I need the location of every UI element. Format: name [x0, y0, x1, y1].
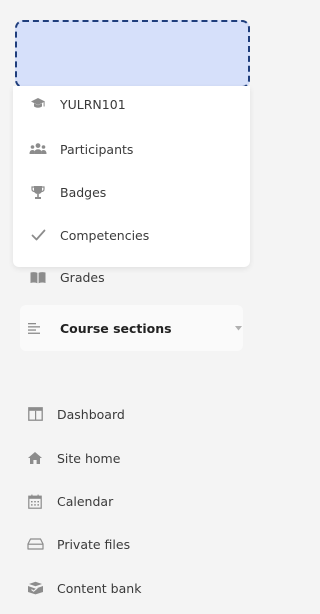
- nav-item-participants[interactable]: Participants: [13, 135, 250, 163]
- course-navigation: YULRN101 Participants Badges Competencie…: [13, 86, 250, 285]
- chevron-down-icon: [233, 323, 243, 333]
- nav-item-label: Badges: [60, 184, 107, 200]
- nav-item-private-files[interactable]: Private files: [0, 530, 264, 558]
- book-icon: [29, 268, 47, 286]
- trophy-icon: [29, 183, 47, 201]
- nav-item-label: Calendar: [57, 493, 114, 509]
- nav-item-label: Competencies: [60, 227, 150, 243]
- dashboard-icon: [26, 405, 44, 423]
- nav-item-label: Content bank: [57, 580, 142, 596]
- nav-item-label: Private files: [57, 536, 131, 552]
- drop-zone[interactable]: [15, 20, 250, 88]
- users-icon: [29, 140, 47, 158]
- nav-item-content-bank[interactable]: Content bank: [0, 574, 264, 602]
- nav-item-course[interactable]: YULRN101: [13, 90, 250, 118]
- nav-item-label: Participants: [60, 141, 134, 157]
- left-drawer: YULRN101 Participants Badges Competencie…: [0, 0, 264, 614]
- nav-item-badges[interactable]: Badges: [13, 178, 250, 206]
- nav-item-dashboard[interactable]: Dashboard: [0, 400, 264, 428]
- nav-item-competencies[interactable]: Competencies: [13, 221, 250, 249]
- calendar-icon: [26, 492, 44, 510]
- drive-icon: [26, 535, 44, 553]
- nav-item-site-home[interactable]: Site home: [0, 444, 264, 472]
- checkmark-icon: [29, 226, 47, 244]
- nav-item-label: Site home: [57, 450, 121, 466]
- site-navigation: Dashboard Site home Calendar Private fil…: [0, 400, 264, 610]
- course-sections-label: Course sections: [60, 320, 172, 336]
- list-icon: [26, 320, 42, 336]
- home-icon: [26, 449, 44, 467]
- course-sections-toggle[interactable]: Course sections: [20, 305, 243, 351]
- nav-item-label: Dashboard: [57, 406, 125, 422]
- content-bank-icon: [26, 579, 44, 597]
- nav-item-calendar[interactable]: Calendar: [0, 487, 264, 515]
- nav-item-label: Grades: [60, 269, 105, 285]
- graduation-cap-icon: [29, 95, 47, 113]
- nav-item-grades[interactable]: Grades: [13, 263, 250, 291]
- nav-item-label: YULRN101: [60, 96, 126, 112]
